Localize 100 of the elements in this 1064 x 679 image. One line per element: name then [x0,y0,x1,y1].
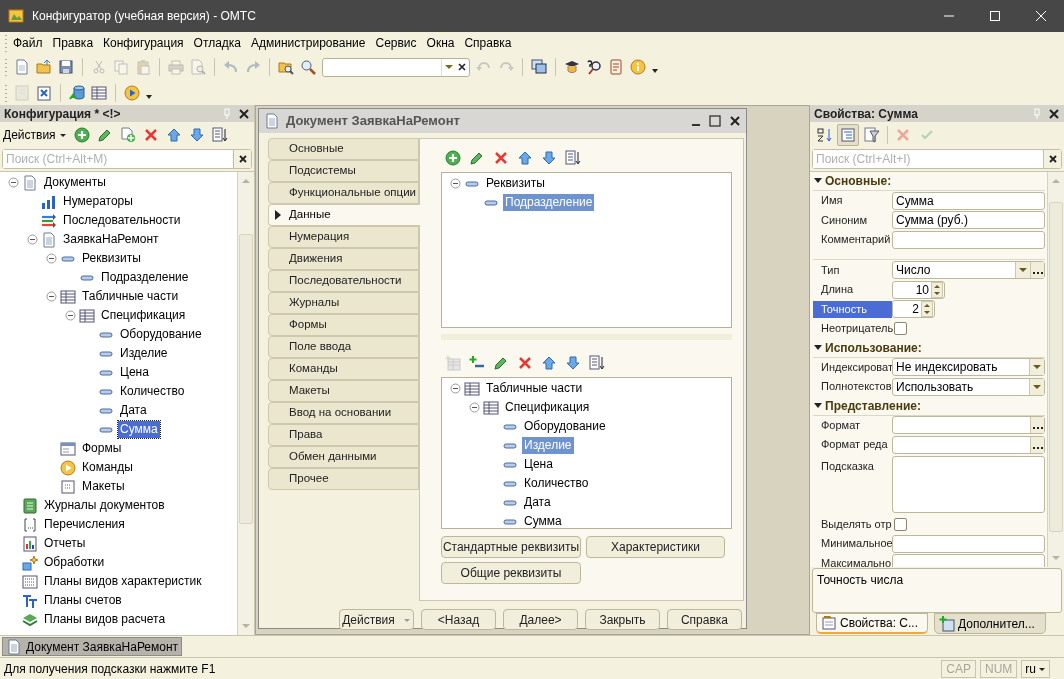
collapse-icon[interactable] [45,253,57,264]
tree-item[interactable]: Подразделение [99,269,191,286]
text-field[interactable] [892,416,1045,435]
dropdown-field[interactable]: Число [892,261,1045,280]
language-selector[interactable]: ru [1021,659,1050,678]
tab[interactable]: Макеты [268,380,419,402]
tab[interactable]: Поле ввода [268,336,419,358]
table-icon[interactable] [91,84,107,101]
footer-button[interactable]: <Назад [421,609,496,630]
collapse-icon[interactable] [26,234,38,245]
arrow-down-icon[interactable] [565,354,581,371]
tree-item[interactable]: Сумма [522,513,564,528]
help-search-icon[interactable] [586,59,602,75]
choose-button[interactable] [1030,417,1044,434]
delete-icon[interactable] [517,354,533,371]
checkbox[interactable] [894,517,907,531]
tab[interactable]: Нумерация [268,226,419,248]
clear-button[interactable] [233,150,251,168]
pane-button[interactable]: Характеристики [586,536,725,558]
spinner-icon[interactable] [931,281,943,298]
footer-button[interactable]: Справка [667,609,742,630]
tree-item[interactable]: Планы видов характеристик [42,573,204,590]
tab[interactable]: Права [268,424,419,446]
tree-item[interactable]: ЗаявкаНаРемонт [61,231,161,248]
collapse-icon[interactable] [45,291,57,302]
tab[interactable]: Команды [268,358,419,380]
scrollbar[interactable] [237,172,254,635]
add-copy-icon[interactable] [119,126,136,143]
tree-item[interactable]: Последовательности [61,212,183,229]
tree-item[interactable]: Планы видов расчета [42,611,168,628]
add-icon[interactable] [445,149,461,166]
tab[interactable]: Журналы [268,292,419,314]
tab[interactable]: Функциональные опции [268,182,419,204]
tree-item[interactable]: Количество [522,475,591,492]
footer-button[interactable]: Действия [339,609,414,630]
collapse-icon[interactable] [468,402,480,413]
tree-item[interactable]: Реквизиты [80,250,143,267]
search-icon[interactable] [300,59,316,75]
menu-item[interactable]: Файл [8,34,48,52]
tree-item[interactable]: Дата [118,402,149,419]
tab[interactable]: Обмен данными [268,446,419,468]
dropdown-button[interactable] [1015,262,1030,279]
arrow-up-icon[interactable] [517,149,533,166]
collapse-icon[interactable] [7,177,19,188]
text-field[interactable]: Сумма (руб.) [892,211,1045,230]
maximize-icon[interactable] [709,115,721,127]
dropdown-button[interactable] [1029,378,1044,395]
tab[interactable]: Формы [268,314,419,336]
tab[interactable]: Основные [268,138,419,160]
tab[interactable]: Последовательности [268,270,419,292]
close-window-icon[interactable] [36,84,52,101]
tree-item[interactable]: Журналы документов [42,497,167,514]
tree-item[interactable]: Макеты [80,478,127,495]
tab[interactable]: Данные [268,204,420,226]
number-field[interactable]: 2 [892,300,935,319]
actions-label[interactable]: Действия [3,125,56,144]
search-field[interactable]: Поиск (Ctrl+Alt+M) [2,149,252,169]
arrow-up-icon[interactable] [541,354,557,371]
tab[interactable]: Движения [268,248,419,270]
tree-item[interactable]: Перечисления [42,516,127,533]
tree-item[interactable]: Цена [522,456,555,473]
menu-item[interactable]: Отладка [188,34,247,52]
scrollbar[interactable] [1047,172,1064,567]
clear-button[interactable] [1043,150,1061,168]
close-icon[interactable] [729,115,741,127]
text-field[interactable]: Сумма [892,191,1045,210]
tree-item[interactable]: Планы счетов [42,592,124,609]
sort-icon[interactable] [211,126,228,143]
folder-icon[interactable] [36,59,52,75]
tree-item[interactable]: Обработки [42,554,107,571]
panel-tab[interactable]: Свойства: С... [816,613,928,634]
choose-button[interactable] [1030,436,1044,453]
search-field[interactable] [322,57,470,77]
search-field[interactable]: Поиск (Ctrl+Alt+I) [812,149,1062,169]
graduation-cap-icon[interactable] [564,59,580,75]
arrow-up-icon[interactable] [165,126,182,143]
tree-item[interactable]: Сумма [118,421,160,438]
number-field[interactable]: 10 [892,280,945,299]
tab[interactable]: Прочее [268,468,419,490]
dropdown-field[interactable]: Не индексировать [892,358,1045,377]
menu-item[interactable]: Сервис [370,34,422,52]
menu-item[interactable]: Правка [47,34,99,52]
dropdown-button[interactable] [441,58,455,76]
tree-item[interactable]: Оборудование [522,418,608,435]
tree-item[interactable]: Цена [118,364,151,381]
window-tab[interactable]: Документ ЗаявкаНаРемонт [2,637,183,656]
tree-item[interactable]: Спецификация [503,399,592,416]
close-icon[interactable] [238,107,250,120]
scrollbar-thumb[interactable] [239,234,253,524]
arrow-down-icon[interactable] [188,126,205,143]
delete-icon[interactable] [493,149,509,166]
run-icon[interactable] [124,84,140,101]
windows-icon[interactable] [531,59,547,75]
menu-item[interactable]: Конфигурация [98,34,189,52]
tree-item[interactable]: Формы [80,440,124,457]
dropdown-field[interactable]: Использовать [892,377,1045,396]
spinner-icon[interactable] [921,301,933,318]
tree-item[interactable]: Количество [118,383,187,400]
tab[interactable]: Ввод на основании [268,402,419,424]
tree-item[interactable]: Отчеты [42,535,88,552]
